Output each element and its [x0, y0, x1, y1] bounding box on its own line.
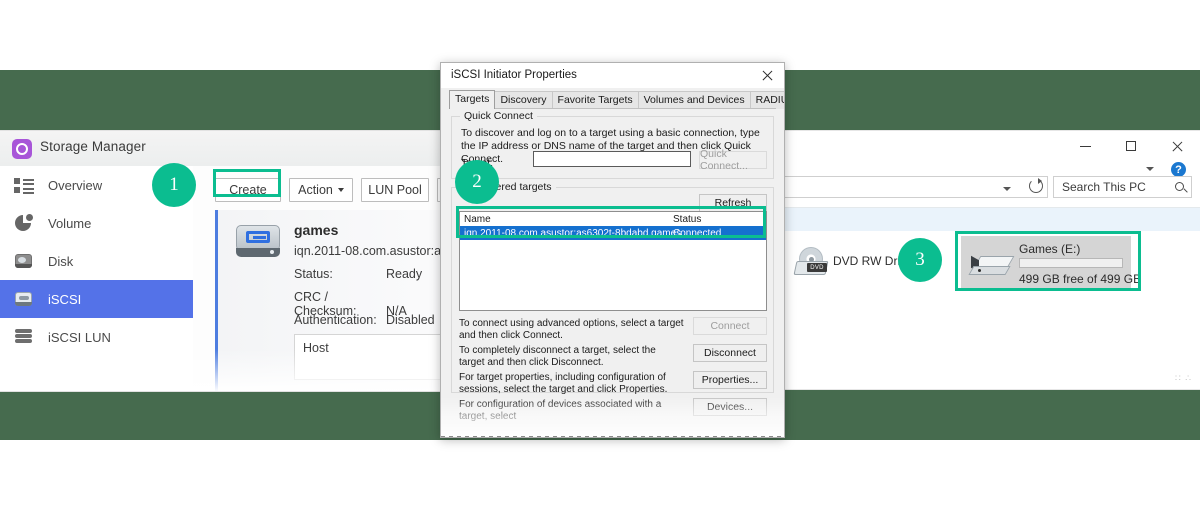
storage-manager-content: Create Action LUN Pool Pr games iqn.2011… — [193, 166, 447, 391]
tab-volumes-and-devices[interactable]: Volumes and Devices — [637, 91, 751, 109]
disk-icon — [14, 252, 34, 270]
storage-manager-app-icon — [12, 139, 32, 159]
iscsi-lun-icon — [14, 328, 34, 346]
iscsi-initiator-properties-dialog: iSCSI Initiator Properties Targets Disco… — [440, 62, 785, 438]
step-badge-2: 2 — [455, 160, 499, 204]
target-auth-row: Authentication: Disabled — [294, 313, 435, 327]
sidebar-item-iscsi[interactable]: iSCSI — [0, 280, 193, 318]
dialog-close-button[interactable] — [750, 63, 784, 87]
host-column-header: Host — [303, 341, 329, 355]
tab-favorite-targets[interactable]: Favorite Targets — [551, 91, 639, 109]
target-auth-label: Authentication: — [294, 313, 377, 327]
action-label: Action — [298, 183, 333, 197]
quick-connect-target-input[interactable] — [533, 151, 691, 167]
dialog-tabstrip: Targets Discovery Favorite Targets Volum… — [449, 90, 784, 109]
quick-connect-button[interactable]: Quick Connect... — [699, 148, 767, 172]
maximize-icon — [1126, 141, 1136, 151]
sidebar-item-label: iSCSI LUN — [48, 329, 111, 345]
disconnect-button[interactable]: Disconnect — [693, 344, 767, 362]
properties-hint: For target properties, including configu… — [459, 372, 668, 395]
volume-pie-icon — [14, 214, 34, 232]
explorer-status-dots: ∷ ∴ — [1175, 373, 1192, 383]
close-icon — [762, 70, 773, 81]
target-auth-value: Disabled — [386, 313, 435, 327]
dialog-titlebar: iSCSI Initiator Properties — [441, 63, 784, 88]
properties-button[interactable]: Properties... — [693, 371, 767, 389]
target-status-label: Status: — [294, 267, 333, 281]
explorer-group-header — [784, 207, 1200, 233]
highlight-create-button — [213, 169, 281, 197]
target-name: games — [294, 222, 339, 238]
tab-targets[interactable]: Targets — [449, 90, 496, 109]
chevron-down-icon[interactable] — [1003, 187, 1013, 195]
explorer-bottom-fade — [784, 357, 1200, 389]
iscsi-target-icon — [236, 225, 280, 259]
search-input[interactable]: Search This PC — [1053, 176, 1192, 198]
step-badge-1: 1 — [152, 163, 196, 207]
iscsi-icon — [14, 290, 34, 308]
close-icon — [1171, 140, 1183, 152]
dvd-drive-icon: DVD — [793, 247, 831, 277]
target-detail-panel: games iqn.2011-08.com.asustor:as6302t St… — [215, 210, 447, 391]
lun-pool-button[interactable]: LUN Pool — [361, 178, 429, 202]
quick-connect-legend: Quick Connect — [460, 110, 537, 122]
devices-button[interactable]: Devices... — [693, 398, 767, 416]
target-status-value: Ready — [386, 267, 423, 281]
search-placeholder: Search This PC — [1062, 180, 1146, 194]
disconnect-hint: To completely disconnect a target, selec… — [459, 345, 656, 368]
connect-button[interactable]: Connect — [693, 317, 767, 335]
sidebar-item-label: Disk — [48, 253, 74, 269]
sidebar-item-label: Overview — [48, 177, 103, 193]
search-icon — [1175, 182, 1184, 191]
explorer-address-bar: Search This PC — [784, 173, 1200, 203]
host-table: Host — [294, 334, 447, 380]
highlight-games-drive — [955, 231, 1141, 291]
connect-hint: To connect using advanced options, selec… — [459, 318, 684, 341]
close-button[interactable] — [1154, 131, 1200, 161]
maximize-button[interactable] — [1108, 131, 1154, 161]
devices-hint: For configuration of devices associated … — [459, 399, 662, 422]
sidebar-item-disk[interactable]: Disk — [0, 242, 193, 280]
refresh-icon[interactable] — [1029, 178, 1043, 193]
step-badge-3: 3 — [898, 238, 942, 282]
chevron-down-icon — [337, 188, 344, 192]
highlight-target-row — [456, 206, 766, 238]
tabstrip-divider — [449, 108, 776, 109]
sidebar-item-volume[interactable]: Volume — [0, 204, 193, 242]
sidebar-item-iscsi-lun[interactable]: iSCSI LUN — [0, 318, 193, 356]
minimize-button[interactable] — [1062, 131, 1108, 161]
minimize-icon — [1079, 145, 1091, 147]
target-status-row: Status: Ready — [294, 267, 422, 281]
storage-manager-title: Storage Manager — [40, 139, 146, 154]
storage-manager-titlebar: Storage Manager — [0, 131, 447, 167]
dialog-bottom-dashed-edge — [441, 436, 784, 437]
target-iqn: iqn.2011-08.com.asustor:as6302t — [294, 244, 447, 258]
tab-radius[interactable]: RADIUS — [749, 91, 784, 109]
action-dropdown-button[interactable]: Action — [289, 178, 353, 202]
explorer-titlebar — [784, 131, 1200, 164]
address-input[interactable] — [784, 176, 1048, 198]
dialog-title: iSCSI Initiator Properties — [451, 69, 577, 81]
sidebar-item-label: Volume — [48, 215, 92, 231]
screenshot-stage: Storage Manager ADM Overview Volume — [0, 0, 1200, 508]
sidebar-item-label: iSCSI — [48, 291, 82, 307]
tab-discovery[interactable]: Discovery — [494, 91, 553, 109]
overview-icon — [14, 176, 34, 194]
